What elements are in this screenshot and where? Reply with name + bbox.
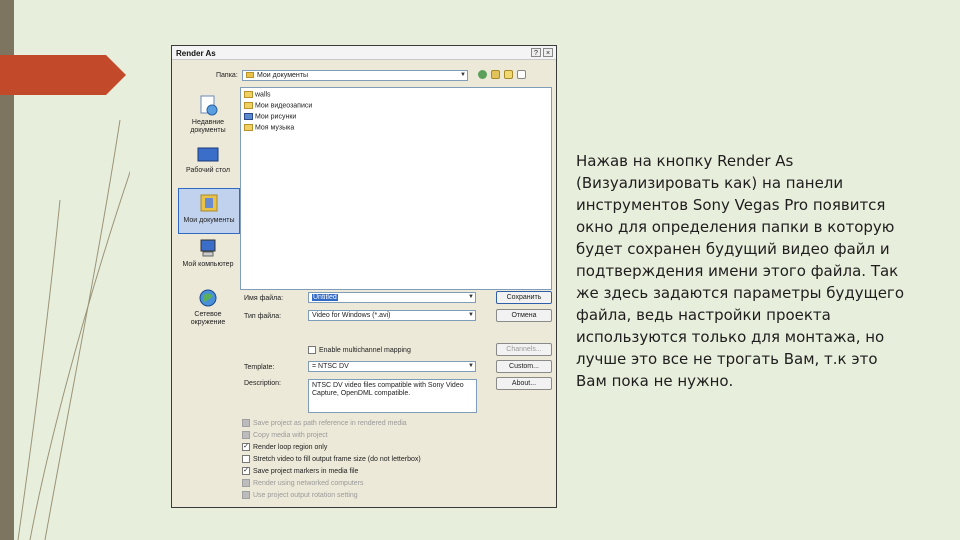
decorative-lines: [17, 119, 130, 540]
about-button[interactable]: About...: [496, 377, 552, 390]
channels-button[interactable]: Channels...: [496, 343, 552, 356]
desktop-icon: [197, 147, 219, 162]
checkbox-box: [242, 431, 250, 439]
filename-label: Имя файла:: [244, 295, 284, 302]
checkbox-box: [242, 455, 250, 463]
option-networked-render[interactable]: Render using networked computers: [242, 479, 364, 487]
new-folder-icon[interactable]: [503, 70, 513, 79]
folder-value: Мои документы: [257, 72, 309, 79]
close-button[interactable]: ×: [543, 48, 553, 57]
option-save-markers[interactable]: ✓ Save project markers in media file: [242, 467, 358, 475]
music-folder-icon: [244, 124, 253, 131]
filename-input[interactable]: Untitled ▼: [308, 292, 476, 303]
chevron-down-icon: ▼: [468, 312, 474, 318]
filetype-label: Тип файла:: [244, 313, 282, 320]
slide-caption: Нажав на кнопку Render As (Визуализирова…: [576, 152, 904, 390]
up-folder-icon[interactable]: [490, 70, 500, 79]
filetype-dropdown[interactable]: Video for Windows (*.avi) ▼: [308, 310, 476, 321]
checkbox-box: [242, 491, 250, 499]
custom-button[interactable]: Custom...: [496, 360, 552, 373]
checkbox-box: [308, 346, 316, 354]
network-icon: [199, 289, 217, 307]
folder-icon: [246, 72, 254, 79]
option-stretch-video[interactable]: Stretch video to fill output frame size …: [242, 455, 421, 463]
folder-label: Папка:: [216, 72, 238, 79]
checkmark-icon: ✓: [242, 443, 250, 451]
dialog-titlebar[interactable]: Render As ? ×: [172, 46, 556, 60]
video-folder-icon: [244, 102, 253, 109]
pictures-folder-icon: [244, 113, 253, 120]
place-label: Мои документы: [183, 217, 235, 224]
description-label: Description:: [244, 380, 281, 387]
checkbox-box: [242, 419, 250, 427]
render-as-dialog: Render As ? × Папка: Мои документы ▼ Нед…: [171, 45, 557, 508]
option-save-path-reference[interactable]: Save project as path reference in render…: [242, 419, 407, 427]
place-my-computer[interactable]: Мой компьютер: [178, 238, 238, 269]
place-desktop[interactable]: Рабочий стол: [178, 146, 238, 175]
help-button[interactable]: ?: [531, 48, 541, 57]
place-label: Сетевое окружение: [190, 311, 226, 326]
view-menu-icon[interactable]: [516, 70, 526, 79]
file-list[interactable]: walls Мои видеозаписи Мои рисунки Моя му…: [240, 87, 552, 290]
template-dropdown[interactable]: = NTSC DV ▼: [308, 361, 476, 372]
template-label: Template:: [244, 364, 275, 371]
folder-dropdown[interactable]: Мои документы ▼: [242, 70, 468, 81]
list-item[interactable]: Мои видеозаписи: [244, 102, 312, 109]
place-network[interactable]: Сетевое окружение: [178, 288, 238, 327]
description-box: NTSC DV video files compatible with Sony…: [308, 379, 477, 413]
place-recent-documents[interactable]: Недавние документы: [178, 94, 238, 135]
folder-icon: [244, 91, 253, 98]
list-item[interactable]: walls: [244, 91, 271, 98]
chevron-down-icon: ▼: [460, 72, 466, 78]
list-item[interactable]: Мои рисунки: [244, 113, 296, 120]
chevron-down-icon: ▼: [468, 363, 474, 369]
option-output-rotation[interactable]: Use project output rotation setting: [242, 491, 358, 499]
dialog-title: Render As: [176, 49, 216, 58]
chevron-down-icon: ▼: [468, 294, 474, 300]
cancel-button[interactable]: Отмена: [496, 309, 552, 322]
places-bar: Недавние документы Рабочий стол Мои доку…: [178, 84, 240, 384]
multichannel-checkbox[interactable]: Enable multichannel mapping: [308, 346, 411, 354]
recent-documents-icon: [200, 95, 218, 116]
option-copy-media[interactable]: Copy media with project: [242, 431, 328, 439]
option-render-loop-region[interactable]: ✓ Render loop region only: [242, 443, 327, 451]
my-computer-icon: [200, 239, 216, 257]
nav-toolbar: [478, 70, 528, 81]
list-item[interactable]: Моя музыка: [244, 124, 294, 131]
back-icon[interactable]: [478, 70, 487, 79]
my-documents-icon: [200, 194, 218, 212]
checkbox-box: [242, 479, 250, 487]
place-label: Рабочий стол: [186, 167, 230, 174]
place-label: Недавние документы: [190, 119, 226, 134]
place-label: Мой компьютер: [182, 261, 234, 268]
place-my-documents[interactable]: Мои документы: [178, 188, 240, 234]
save-button[interactable]: Сохранить: [496, 291, 552, 304]
checkmark-icon: ✓: [242, 467, 250, 475]
